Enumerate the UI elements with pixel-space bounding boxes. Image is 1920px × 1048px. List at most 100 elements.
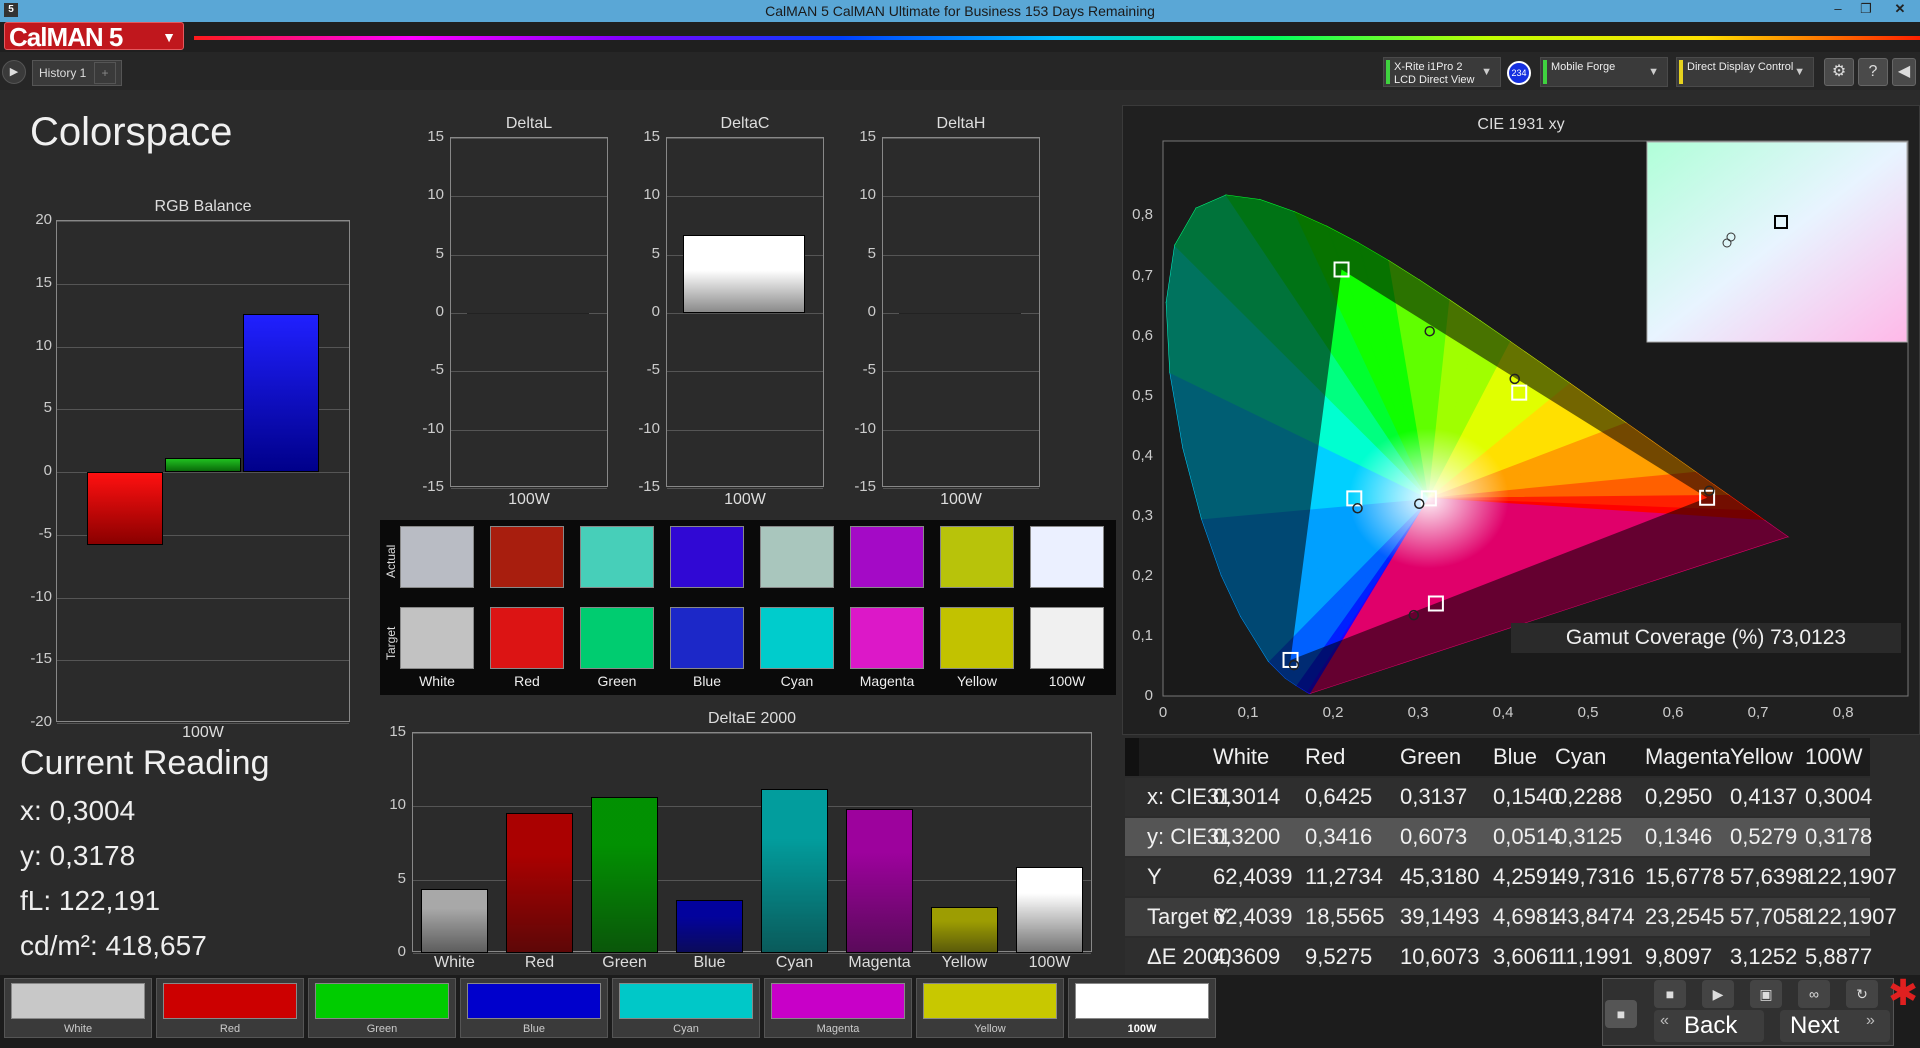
play-icon[interactable]: ▶ [2, 60, 26, 84]
deltae-xlabel: Green [602, 954, 647, 971]
chevron-left-icon[interactable]: ◀ [1892, 58, 1916, 86]
actual-swatch-yellow [940, 526, 1014, 588]
cie-ytick: 0 [1144, 687, 1153, 704]
delta-ytick: 5 [651, 244, 660, 262]
table-cell: 0,6073 [1400, 824, 1468, 849]
actual-swatch-red [490, 526, 564, 588]
deltae-bar-blue [676, 900, 743, 953]
rgb-bar-green [165, 458, 241, 472]
bottom-swatch-white[interactable]: White [4, 978, 152, 1038]
bottom-swatch-color [619, 983, 753, 1019]
device-meter-line1: X-Rite i1Pro 2 [1394, 61, 1463, 73]
gridline [667, 371, 823, 373]
stop-square-icon[interactable]: ■ [1605, 1000, 1637, 1028]
next-button[interactable]: Next » [1780, 1010, 1890, 1042]
actual-swatch-blue [670, 526, 744, 588]
restore-icon[interactable]: ❐ [1852, 1, 1880, 19]
cie-panel: CIE 1931 xy 0,8 0,7 0,6 0,5 0,4 0,3 0,2 0,1 0 00… [1122, 105, 1920, 735]
cie-ytick: 0,6 [1132, 326, 1153, 344]
deltae-bar-white [421, 889, 488, 953]
deltae-bar-magenta [846, 809, 913, 953]
save-icon[interactable]: ▣ [1750, 980, 1782, 1008]
swatch-label: 100W [1048, 673, 1086, 689]
device-meter[interactable]: X-Rite i1Pro 2 LCD Direct View ▼ [1383, 57, 1501, 87]
reading-fl: fL: 122,191 [20, 885, 161, 916]
table-cell: 0,1540 [1493, 784, 1561, 809]
calman-logo-button[interactable]: CalMAN 5 ▼ [4, 22, 184, 51]
gridline [57, 597, 349, 599]
cie-zoom-inset [1646, 141, 1908, 343]
rgb-balance-xlabel: 100W [182, 724, 224, 741]
gridline [451, 254, 607, 256]
cie-ytick: 0,4 [1132, 446, 1153, 464]
loop-icon[interactable]: ∞ [1798, 980, 1830, 1008]
next-label: Next [1790, 1012, 1840, 1039]
bottom-swatch-yellow[interactable]: Yellow [916, 978, 1064, 1038]
table-cell: 11,2734 [1305, 864, 1383, 889]
table-cell: 4,6981 [1493, 904, 1561, 929]
tab-history-label: History 1 [39, 66, 87, 80]
cie-ytick: 0,8 [1132, 206, 1153, 224]
device-display[interactable]: Direct Display Control ▼ [1676, 57, 1814, 87]
bottom-swatch-magenta[interactable]: Magenta [764, 978, 912, 1038]
window-titlebar: 5 CalMAN 5 CalMAN Ultimate for Business … [0, 0, 1920, 22]
close-icon[interactable]: ✕ [1886, 1, 1914, 19]
delta-chart-xlabel: 100W [724, 491, 766, 508]
actual-swatch-white [400, 526, 474, 588]
table-cell: 57,6398 [1730, 864, 1810, 889]
table-cell: 23,2545 [1645, 904, 1725, 929]
target-swatch-green [580, 607, 654, 669]
play-icon[interactable]: ▶ [1702, 980, 1734, 1008]
target-swatch-100w [1030, 607, 1104, 669]
cie-xtick: 0,4 [1492, 704, 1514, 721]
rgb-ytick: -15 [30, 650, 52, 668]
target-swatch-white [400, 607, 474, 669]
bottom-swatch-color [163, 983, 297, 1019]
delta-bar [683, 234, 805, 313]
rgb-bar-blue [243, 313, 319, 472]
device-source[interactable]: Mobile Forge ▼ [1540, 57, 1668, 87]
bottom-swatch-blue[interactable]: Blue [460, 978, 608, 1038]
table-cell: 0,3137 [1400, 784, 1468, 809]
gridline [667, 313, 823, 314]
chevron-down-icon: ▼ [1648, 66, 1659, 78]
cie-ytick: 0,2 [1132, 566, 1153, 584]
rgb-ytick: 20 [35, 211, 52, 228]
gridline [667, 429, 823, 431]
table-cell: 18,5565 [1305, 904, 1385, 929]
bottom-swatch-color [923, 983, 1057, 1019]
deltae-title: DeltaE 2000 [707, 710, 797, 727]
table-cell: 0,2288 [1555, 784, 1623, 809]
stop-icon[interactable]: ■ [1654, 980, 1686, 1008]
actual-swatch-magenta [850, 526, 924, 588]
bottom-swatch-red[interactable]: Red [156, 978, 304, 1038]
chevrons-right-icon: » [1866, 1012, 1875, 1029]
gridline [883, 196, 1039, 198]
measurement-table: White Red Green Blue Cyan Magenta Yellow 100W x:… [1125, 738, 1897, 976]
cie-xtick: 0,1 [1237, 704, 1259, 721]
cie-xtick: 0,2 [1322, 704, 1344, 721]
bottom-swatch-cyan[interactable]: Cyan [612, 978, 760, 1038]
swatch-label: White [419, 673, 455, 689]
deltae-bar-100w [1016, 866, 1083, 953]
bottom-swatch-100w[interactable]: 100W [1068, 978, 1216, 1038]
bottom-swatch-green[interactable]: Green [308, 978, 456, 1038]
add-tab-button[interactable]: + [94, 62, 116, 84]
table-cell: 9,5275 [1305, 944, 1373, 969]
current-reading-title: Current Reading [20, 744, 270, 782]
gridline [413, 733, 1091, 734]
asterisk-icon[interactable]: ✱ [1888, 972, 1918, 1014]
table-cell: 3,6061 [1493, 944, 1561, 969]
gridline [667, 196, 823, 198]
table-cell: 0,5279 [1730, 824, 1798, 849]
table-header-cell: Green [1400, 744, 1462, 769]
help-icon[interactable]: ? [1858, 58, 1888, 86]
refresh-icon[interactable]: ↻ [1846, 980, 1878, 1008]
deltae-ytick: 0 [397, 943, 406, 960]
back-button[interactable]: « Back [1654, 1010, 1764, 1042]
delta-ytick: -5 [862, 361, 876, 379]
settings-gear-icon[interactable]: ⚙ [1824, 58, 1854, 86]
minimize-icon[interactable]: – [1824, 1, 1852, 19]
page-title: Colorspace [30, 110, 233, 154]
delta-ytick: 10 [643, 186, 660, 204]
